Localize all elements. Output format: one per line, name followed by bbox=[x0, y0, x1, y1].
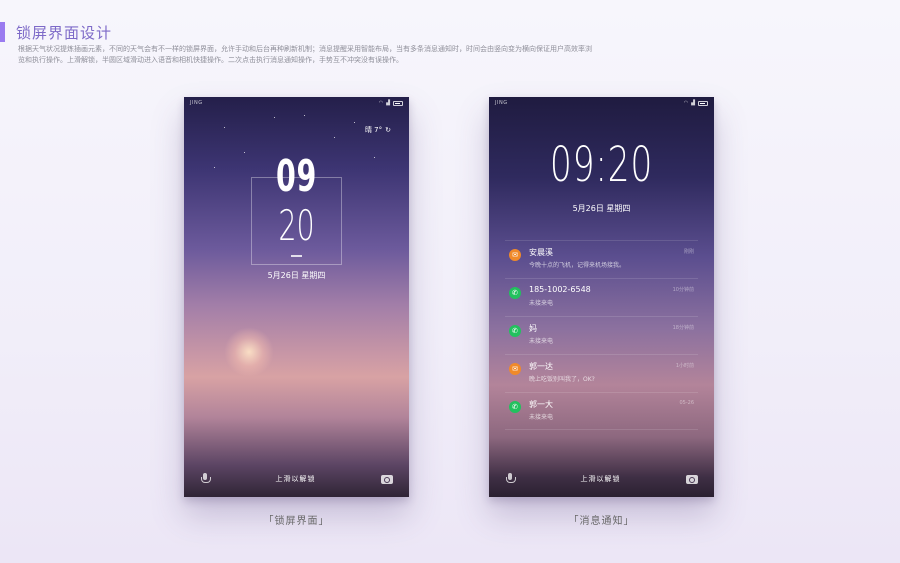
page-description: 根据天气状况提炼插画元素，不同的天气会有不一样的锁屏界面，允许手动和后台再种刷新… bbox=[18, 45, 592, 64]
notification-time: 1小时前 bbox=[675, 363, 694, 369]
notification-item[interactable]: ✆ 185-1002-6548 未接来电 10分钟前 bbox=[505, 278, 698, 316]
notify-bottom-bar: 上滑以解锁 bbox=[489, 471, 714, 487]
notification-title: 185-1002-6548 bbox=[529, 285, 591, 294]
notification-screen-caption: 「消息通知」 bbox=[568, 516, 635, 527]
notification-title: 郭一大 bbox=[529, 400, 553, 409]
wifi-icon: ◠ bbox=[378, 100, 384, 106]
notification-item[interactable]: ✆ 妈 未接来电 18分钟前 bbox=[505, 316, 698, 354]
swipe-unlock-label[interactable]: 上滑以解锁 bbox=[581, 474, 621, 484]
notification-time: 18分钟前 bbox=[672, 325, 694, 331]
phone-call-icon: ✆ bbox=[509, 401, 521, 413]
signal-icon: ▟ bbox=[386, 100, 390, 106]
refresh-icon[interactable]: ↻ bbox=[385, 126, 391, 134]
notification-list: ✉ 安晨溪 今晚十点的飞机，记得来机场接我。 刚刚 ✆ 185-1002-654… bbox=[505, 240, 698, 430]
lock-date: 5月26日 星期四 bbox=[267, 271, 326, 280]
battery-icon bbox=[393, 100, 403, 106]
title-accent-bar bbox=[0, 22, 5, 42]
microphone-icon[interactable] bbox=[505, 473, 516, 485]
notification-item[interactable]: ✉ 安晨溪 今晚十点的飞机，记得来机场接我。 刚刚 bbox=[505, 240, 698, 278]
wifi-icon: ◠ bbox=[683, 100, 689, 106]
notification-time: 05-26 bbox=[679, 400, 694, 406]
camera-icon[interactable] bbox=[381, 474, 393, 484]
notification-item[interactable]: ✉ 郭一达 晚上吃饭别叫我了，OK? 1小时前 bbox=[505, 354, 698, 392]
signal-icon: ▟ bbox=[691, 100, 695, 106]
notification-title: 安晨溪 bbox=[529, 248, 553, 257]
lock-screen-phone: JING ◠ ▟ 晴 7° ↻ 09 20 5月26日 星期四 上滑以解锁 bbox=[184, 97, 409, 497]
clock-hour: 09 bbox=[275, 151, 318, 202]
notification-subtitle: 未接来电 bbox=[529, 338, 554, 345]
message-icon: ✉ bbox=[509, 249, 521, 261]
camera-icon[interactable] bbox=[686, 474, 698, 484]
lock-bottom-bar: 上滑以解锁 bbox=[184, 471, 409, 487]
notification-screen-phone: JING ◠ ▟ 09:20 5月26日 星期四 ✉ 安晨溪 今晚十点的飞机，记… bbox=[489, 97, 714, 497]
notification-title: 妈 bbox=[529, 324, 537, 333]
notification-subtitle: 未接来电 bbox=[529, 414, 554, 421]
weather-widget[interactable]: 晴 7° ↻ bbox=[365, 125, 391, 135]
weather-text: 晴 7° bbox=[364, 126, 383, 134]
page-title: 锁屏界面设计 bbox=[16, 24, 113, 42]
notify-clock: 09:20 bbox=[549, 137, 654, 193]
status-bar: JING ◠ ▟ bbox=[489, 97, 714, 109]
lock-screen-caption: 「锁屏界面」 bbox=[263, 516, 330, 527]
phone-call-icon: ✆ bbox=[509, 287, 521, 299]
notification-time: 刚刚 bbox=[683, 249, 694, 255]
phone-call-icon: ✆ bbox=[509, 325, 521, 337]
clock-divider bbox=[291, 255, 302, 257]
notification-item[interactable]: ✆ 郭一大 未接来电 05-26 bbox=[505, 392, 698, 430]
notification-subtitle: 未接来电 bbox=[529, 300, 554, 307]
notification-title: 郭一达 bbox=[529, 362, 553, 371]
sun-illustration bbox=[224, 327, 274, 377]
swipe-unlock-label[interactable]: 上滑以解锁 bbox=[276, 474, 316, 484]
battery-icon bbox=[698, 100, 708, 106]
status-bar: JING ◠ ▟ bbox=[184, 97, 409, 109]
clock-minute: 20 bbox=[278, 201, 315, 250]
notification-subtitle: 晚上吃饭别叫我了，OK? bbox=[529, 376, 595, 383]
notification-time: 10分钟前 bbox=[672, 287, 694, 293]
notify-date: 5月26日 星期四 bbox=[572, 204, 631, 213]
carrier-label: JING bbox=[190, 100, 203, 106]
message-icon: ✉ bbox=[509, 363, 521, 375]
microphone-icon[interactable] bbox=[200, 473, 211, 485]
notification-subtitle: 今晚十点的飞机，记得来机场接我。 bbox=[529, 262, 626, 269]
carrier-label: JING bbox=[495, 100, 508, 106]
